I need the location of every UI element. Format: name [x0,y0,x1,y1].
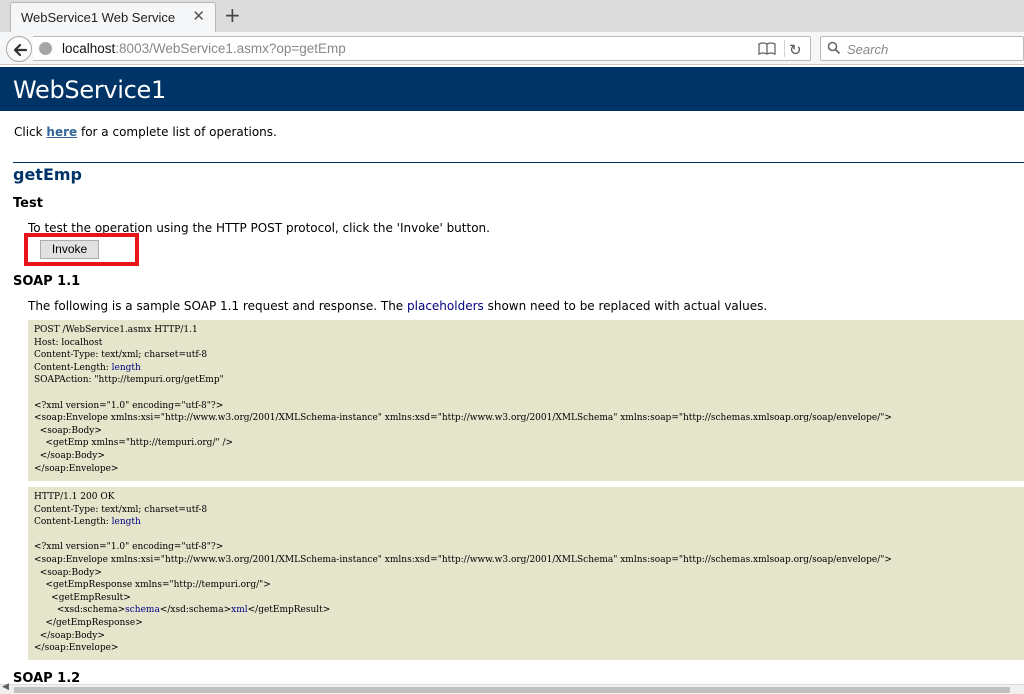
browser-tab[interactable]: WebService1 Web Service ✕ [10,2,216,32]
code-line: <getEmpResponse xmlns="http://tempuri.or… [34,580,271,591]
reader-view-icon[interactable] [758,42,776,56]
test-heading: Test [13,196,43,211]
code-line: Content-Type: text/xml; charset=utf-8 [34,350,208,361]
soap11-description: The following is a sample SOAP 1.1 reque… [28,299,768,313]
code-line: Content-Length: length [34,517,141,528]
code-line: <?xml version="1.0" encoding="utf-8"?> [34,542,224,553]
placeholders-text: placeholders [407,299,484,313]
scrollbar-thumb[interactable] [14,687,1010,693]
code-line: Host: localhost [34,337,103,348]
back-button[interactable] [6,36,32,62]
operation-divider [13,162,1024,163]
operation-title: getEmp [13,165,83,184]
code-line: <soap:Envelope xmlns:xsi="http://www.w3.… [34,413,892,424]
operations-list-link[interactable]: here [46,125,77,139]
address-bar-divider [784,40,785,57]
placeholder-value: schema [125,605,160,616]
intro-text: Click here for a complete list of operat… [14,125,277,139]
code-line: <getEmpResult> [34,592,131,603]
globe-icon [39,42,52,55]
placeholder-value: xml [231,605,248,616]
soap11-heading: SOAP 1.1 [13,274,81,289]
code-line: <?xml version="1.0" encoding="utf-8"?> [34,400,224,411]
test-instructions: To test the operation using the HTTP POS… [28,221,490,235]
code-line: <getEmp xmlns="http://tempuri.org/" /> [34,438,234,449]
code-line: POST /WebService1.asmx HTTP/1.1 [34,325,198,335]
code-line: <soap:Body> [34,425,102,436]
placeholder-value: length [111,517,141,528]
tab-title: WebService1 Web Service [21,10,176,25]
code-line: </soap:Body> [34,630,105,641]
soap11-response-sample: HTTP/1.1 200 OK Content-Type: text/xml; c… [28,487,1024,660]
code-line: <soap:Body> [34,567,102,578]
code-line: </soap:Envelope> [34,463,119,474]
back-arrow-icon [13,43,28,57]
url-text[interactable]: localhost:8003/WebService1.asmx?op=getEm… [62,41,346,56]
soap11-request-sample: POST /WebService1.asmx HTTP/1.1 Host: loc… [28,320,1024,481]
code-line: <soap:Envelope xmlns:xsi="http://www.w3.… [34,554,892,565]
placeholder-value: length [111,362,141,373]
code-line: </getEmpResponse> [34,617,143,628]
search-bar[interactable]: Search [820,36,1024,61]
search-icon [827,40,841,60]
address-bar[interactable]: localhost:8003/WebService1.asmx?op=getEm… [33,36,811,61]
page-header: WebService1 [0,67,1024,111]
code-line: Content-Type: text/xml; charset=utf-8 [34,504,208,515]
invoke-button[interactable]: Invoke [40,240,99,259]
reload-icon[interactable]: ↻ [789,41,802,59]
scroll-left-icon[interactable]: ◀ [2,682,9,692]
code-line: </soap:Body> [34,450,105,461]
search-input[interactable]: Search [847,42,888,57]
code-line: SOAPAction: "http://tempuri.org/getEmp" [34,375,224,386]
code-line: <xsd:schema>schema</xsd:schema>xml</getE… [34,605,331,616]
close-tab-icon[interactable]: ✕ [192,8,205,25]
new-tab-icon[interactable]: + [224,3,241,27]
code-line: Content-Length: length [34,362,141,373]
horizontal-scrollbar[interactable]: ◀ [0,682,1024,694]
code-line: HTTP/1.1 200 OK [34,492,115,502]
code-line: </soap:Envelope> [34,643,119,654]
service-title: WebService1 [13,76,166,104]
tab-strip: WebService1 Web Service ✕ + [0,0,1024,32]
navigation-toolbar: localhost:8003/WebService1.asmx?op=getEm… [0,32,1024,65]
